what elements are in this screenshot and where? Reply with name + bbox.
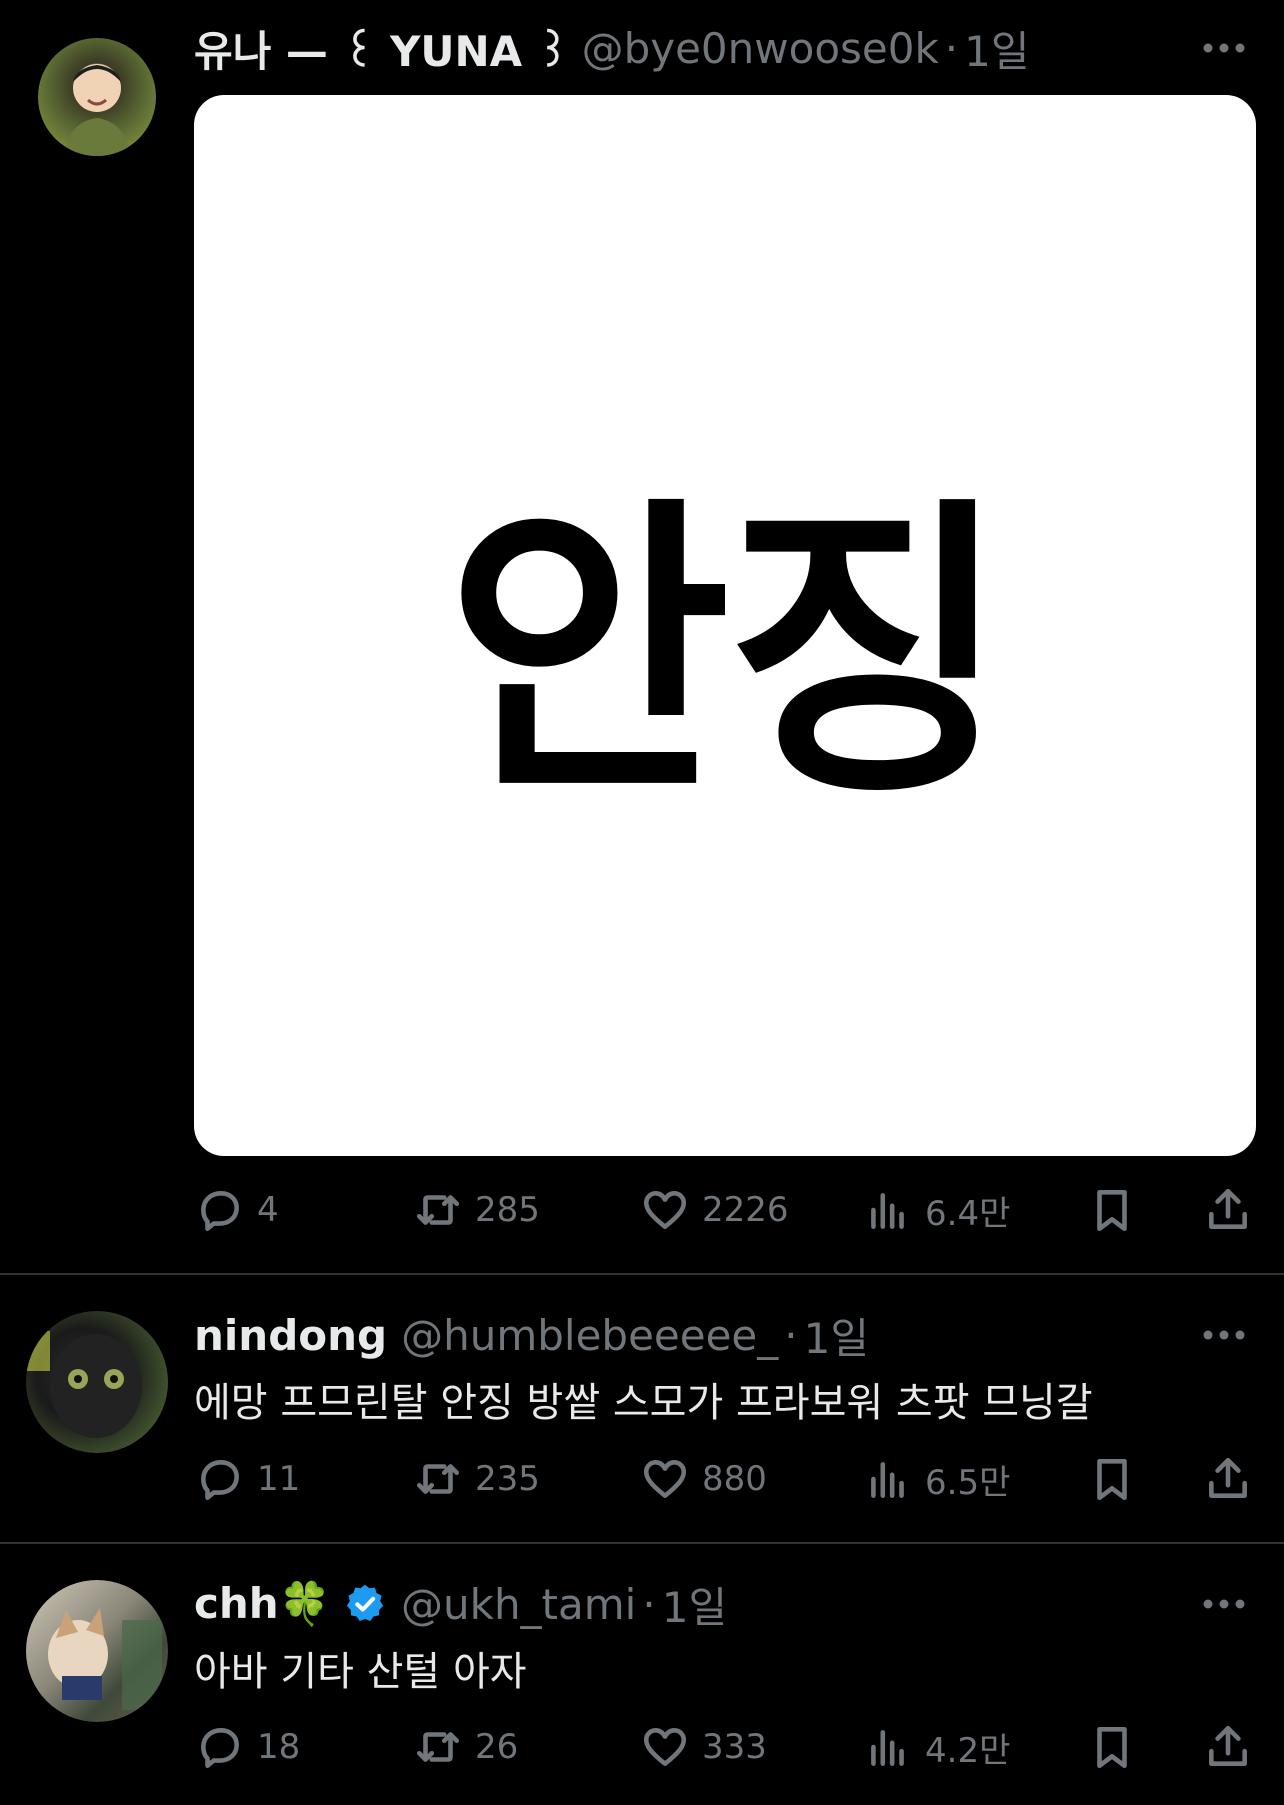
heart-icon: [643, 1460, 687, 1498]
views-chart-icon: [871, 1462, 904, 1498]
retweet-icon: [416, 1195, 460, 1225]
like-count: 2226: [702, 1190, 789, 1230]
retweet-count: 235: [475, 1459, 540, 1499]
more-dots-icon: [1203, 43, 1245, 53]
handle[interactable]: @ukh_tami: [401, 1580, 636, 1629]
timestamp[interactable]: 1일: [804, 1305, 869, 1366]
reply-count: 18: [257, 1727, 301, 1767]
timestamp[interactable]: 1일: [662, 1574, 727, 1635]
display-name[interactable]: nindong: [194, 1311, 387, 1360]
more-options-button[interactable]: [1194, 1315, 1254, 1355]
display-name[interactable]: chh🍀: [194, 1579, 331, 1629]
share-button[interactable]: [1203, 1180, 1253, 1240]
like-button[interactable]: 2226: [640, 1180, 789, 1240]
like-button[interactable]: 333: [640, 1717, 767, 1777]
handle[interactable]: @humblebeeeee_: [401, 1311, 778, 1360]
timestamp[interactable]: 1일: [964, 18, 1029, 79]
heart-icon: [643, 1728, 687, 1766]
reply-icon: [201, 1460, 239, 1501]
media-image-text: 안징: [445, 473, 1010, 834]
reply-button[interactable]: 4: [195, 1180, 279, 1240]
reply-count: 4: [257, 1190, 279, 1230]
more-dots-icon: [1203, 1330, 1245, 1340]
more-dots-icon: [1203, 1599, 1245, 1609]
views-count: 4.2만: [925, 1730, 1011, 1771]
views-button[interactable]: 6.4만: [863, 1180, 1010, 1240]
avatar[interactable]: [26, 1580, 168, 1722]
separator-dot: ·: [784, 1310, 798, 1360]
retweet-button[interactable]: 235: [413, 1449, 540, 1509]
verified-badge-icon: [343, 1582, 387, 1626]
tweet-header: nindong @humblebeeeee_ · 1일: [194, 1305, 869, 1365]
more-options-button[interactable]: [1194, 28, 1254, 68]
retweet-button[interactable]: 285: [413, 1180, 540, 1240]
separator-dot: ·: [642, 1579, 656, 1629]
like-button[interactable]: 880: [640, 1449, 767, 1509]
avatar[interactable]: [26, 1311, 168, 1453]
tweet-media-image[interactable]: 안징: [194, 95, 1256, 1156]
avatar-photo: [48, 1608, 162, 1710]
share-button[interactable]: [1203, 1449, 1253, 1509]
separator-dot: ·: [944, 23, 959, 73]
tweet-1[interactable]: 유나 — ꒰ YUNA ꒱ @bye0nwoose0k · 1일 안징 4 28…: [0, 0, 1284, 1273]
handle[interactable]: @bye0nwoose0k: [582, 24, 939, 73]
reply-icon: [201, 1191, 239, 1232]
reply-icon: [201, 1728, 239, 1769]
reply-button[interactable]: 11: [195, 1449, 300, 1509]
views-chart-icon: [871, 1730, 904, 1766]
views-chart-icon: [871, 1193, 904, 1229]
retweet-icon: [416, 1464, 460, 1494]
views-button[interactable]: 4.2만: [863, 1717, 1010, 1777]
share-icon: [1209, 1457, 1247, 1498]
retweet-button[interactable]: 26: [413, 1717, 518, 1777]
avatar[interactable]: [38, 38, 156, 156]
bookmark-icon: [1097, 1190, 1127, 1232]
bookmark-button[interactable]: [1087, 1180, 1137, 1240]
tweet-3[interactable]: chh🍀 @ukh_tami · 1일 아바 기타 산털 아자 18 26 33…: [0, 1544, 1284, 1805]
views-button[interactable]: 6.5만: [863, 1449, 1010, 1509]
like-count: 880: [702, 1459, 767, 1499]
reply-count: 11: [257, 1459, 301, 1499]
retweet-count: 26: [475, 1727, 519, 1767]
views-count: 6.5만: [925, 1462, 1011, 1503]
heart-icon: [643, 1191, 687, 1229]
avatar-photo: [64, 64, 130, 156]
bookmark-button[interactable]: [1087, 1717, 1137, 1777]
tweet-2[interactable]: nindong @humblebeeeee_ · 1일 에망 프므린탈 안징 방…: [0, 1275, 1284, 1542]
share-icon: [1209, 1188, 1247, 1229]
avatar-photo: [26, 1331, 142, 1438]
tweet-text: 에망 프므린탈 안징 방쌑 스모가 프라보워 츠팟 므닝갈: [194, 1380, 1093, 1426]
share-icon: [1209, 1725, 1247, 1766]
reply-button[interactable]: 18: [195, 1717, 300, 1777]
bookmark-icon: [1097, 1459, 1127, 1501]
like-count: 333: [702, 1727, 767, 1767]
tweet-text: 아바 기타 산털 아자: [194, 1649, 527, 1695]
tweet-header: chh🍀 @ukh_tami · 1일: [194, 1574, 727, 1634]
bookmark-icon: [1097, 1727, 1127, 1769]
retweet-icon: [416, 1732, 460, 1762]
views-count: 6.4만: [925, 1193, 1011, 1234]
tweet-header: 유나 — ꒰ YUNA ꒱ @bye0nwoose0k · 1일: [194, 18, 1030, 78]
share-button[interactable]: [1203, 1717, 1253, 1777]
retweet-count: 285: [475, 1190, 540, 1230]
action-bar: 18 26 333 4.2만: [0, 1717, 1284, 1777]
more-options-button[interactable]: [1194, 1584, 1254, 1624]
bookmark-button[interactable]: [1087, 1449, 1137, 1509]
display-name[interactable]: 유나 — ꒰ YUNA ꒱: [194, 18, 570, 79]
action-bar: 11 235 880 6.5만: [0, 1449, 1284, 1509]
action-bar: 4 285 2226 6.4만: [0, 1180, 1284, 1240]
